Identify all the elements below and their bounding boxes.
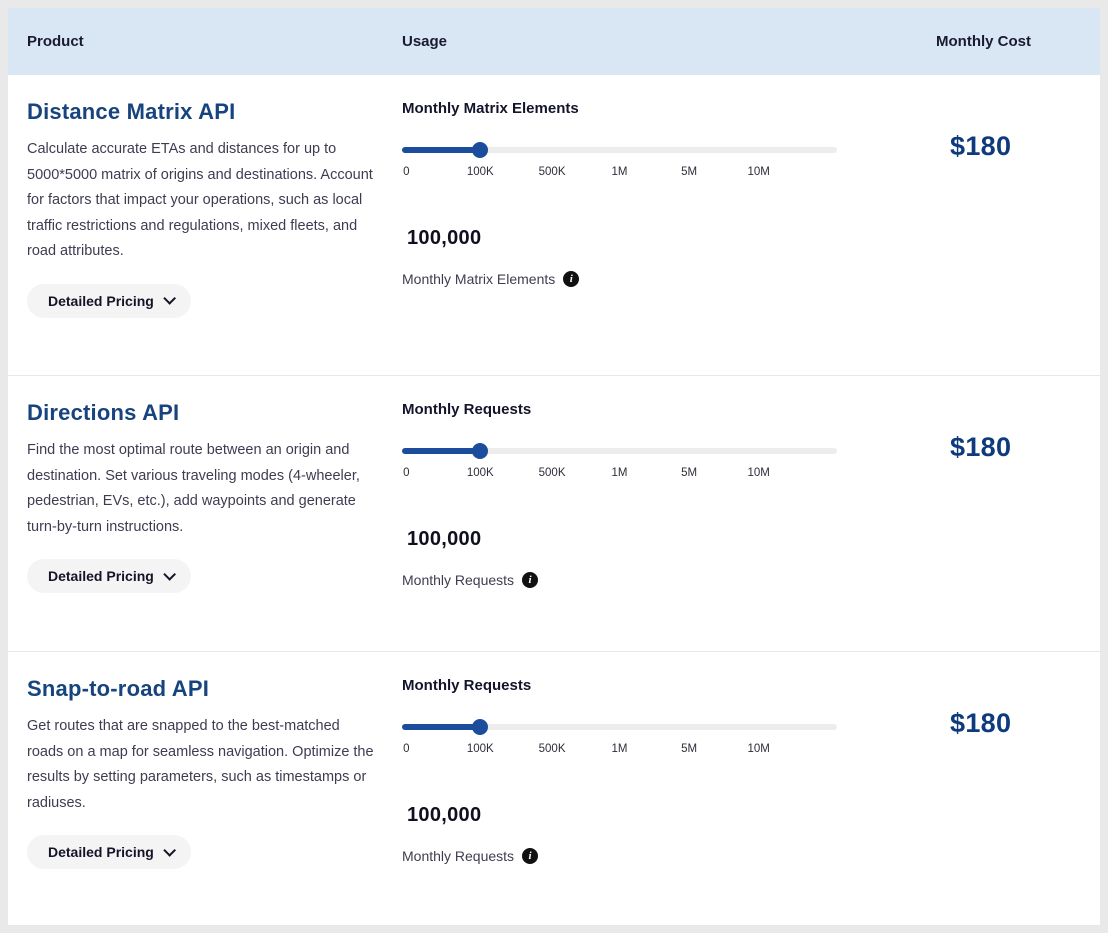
- tick-label: 500K: [539, 467, 566, 479]
- usage-sub-label: Monthly Matrix Elements: [402, 271, 555, 287]
- usage-sub-label-row: Monthly Requests i: [402, 572, 838, 588]
- detailed-pricing-label: Detailed Pricing: [48, 568, 154, 584]
- product-cell: Directions API Find the most optimal rou…: [8, 376, 402, 651]
- product-cell: Snap-to-road API Get routes that are sna…: [8, 652, 402, 925]
- info-icon[interactable]: i: [522, 572, 538, 588]
- tick-label: 1M: [612, 743, 628, 755]
- usage-sub-label-row: Monthly Matrix Elements i: [402, 271, 838, 287]
- column-header-usage: Usage: [402, 33, 838, 50]
- product-description: Calculate accurate ETAs and distances fo…: [27, 137, 379, 265]
- column-header-monthly-cost: Monthly Cost: [838, 33, 1100, 50]
- monthly-cost-value: $180: [950, 131, 1100, 162]
- pricing-table: Product Usage Monthly Cost Distance Matr…: [8, 8, 1100, 925]
- slider-track[interactable]: [402, 448, 837, 454]
- tick-label: 1M: [612, 166, 628, 178]
- tick-label: 0: [403, 467, 409, 479]
- slider-tick-labels: 0 100K 500K 1M 5M 10M: [402, 467, 837, 481]
- tick-label: 10M: [748, 467, 770, 479]
- chevron-down-icon: [163, 292, 176, 305]
- product-cell: Distance Matrix API Calculate accurate E…: [8, 75, 402, 375]
- product-title: Snap-to-road API: [27, 676, 382, 702]
- detailed-pricing-button[interactable]: Detailed Pricing: [27, 284, 191, 318]
- product-title: Distance Matrix API: [27, 99, 382, 125]
- table-row: Distance Matrix API Calculate accurate E…: [8, 75, 1100, 375]
- tick-label: 0: [403, 166, 409, 178]
- usage-label: Monthly Requests: [402, 677, 838, 694]
- usage-cell: Monthly Matrix Elements 0 100K 500K 1M 5…: [402, 75, 838, 375]
- tick-label: 100K: [467, 743, 494, 755]
- tick-label: 500K: [539, 166, 566, 178]
- slider-track[interactable]: [402, 147, 837, 153]
- usage-slider[interactable]: 0 100K 500K 1M 5M 10M: [402, 724, 837, 764]
- tick-label: 500K: [539, 743, 566, 755]
- monthly-cost-value: $180: [950, 708, 1100, 739]
- tick-label: 5M: [681, 467, 697, 479]
- slider-thumb[interactable]: [472, 443, 488, 459]
- info-icon[interactable]: i: [522, 848, 538, 864]
- tick-label: 100K: [467, 166, 494, 178]
- cost-cell: $180: [838, 376, 1100, 651]
- slider-thumb[interactable]: [472, 142, 488, 158]
- product-title: Directions API: [27, 400, 382, 426]
- product-description: Get routes that are snapped to the best-…: [27, 714, 379, 816]
- usage-sub-label: Monthly Requests: [402, 572, 514, 588]
- slider-tick-labels: 0 100K 500K 1M 5M 10M: [402, 166, 837, 180]
- tick-label: 0: [403, 743, 409, 755]
- slider-thumb[interactable]: [472, 719, 488, 735]
- slider-track[interactable]: [402, 724, 837, 730]
- table-row: Snap-to-road API Get routes that are sna…: [8, 651, 1100, 925]
- tick-label: 100K: [467, 467, 494, 479]
- cost-cell: $180: [838, 75, 1100, 375]
- detailed-pricing-button[interactable]: Detailed Pricing: [27, 559, 191, 593]
- usage-sub-label-row: Monthly Requests i: [402, 848, 838, 864]
- tick-label: 5M: [681, 743, 697, 755]
- tick-label: 10M: [748, 166, 770, 178]
- monthly-cost-value: $180: [950, 432, 1100, 463]
- chevron-down-icon: [163, 844, 176, 857]
- detailed-pricing-label: Detailed Pricing: [48, 293, 154, 309]
- slider-fill: [402, 147, 480, 153]
- slider-tick-labels: 0 100K 500K 1M 5M 10M: [402, 743, 837, 757]
- table-header: Product Usage Monthly Cost: [8, 8, 1100, 75]
- info-icon[interactable]: i: [563, 271, 579, 287]
- usage-value: 100,000: [407, 804, 838, 827]
- table-row: Directions API Find the most optimal rou…: [8, 375, 1100, 651]
- tick-label: 1M: [612, 467, 628, 479]
- usage-value: 100,000: [407, 528, 838, 551]
- tick-label: 5M: [681, 166, 697, 178]
- usage-cell: Monthly Requests 0 100K 500K 1M 5M 10M 1…: [402, 376, 838, 651]
- cost-cell: $180: [838, 652, 1100, 925]
- usage-label: Monthly Requests: [402, 401, 838, 418]
- slider-fill: [402, 724, 480, 730]
- detailed-pricing-button[interactable]: Detailed Pricing: [27, 835, 191, 869]
- usage-slider[interactable]: 0 100K 500K 1M 5M 10M: [402, 448, 837, 488]
- usage-slider[interactable]: 0 100K 500K 1M 5M 10M: [402, 147, 837, 187]
- column-header-product: Product: [8, 33, 402, 50]
- usage-cell: Monthly Requests 0 100K 500K 1M 5M 10M 1…: [402, 652, 838, 925]
- detailed-pricing-label: Detailed Pricing: [48, 844, 154, 860]
- product-description: Find the most optimal route between an o…: [27, 438, 379, 540]
- usage-label: Monthly Matrix Elements: [402, 100, 838, 117]
- tick-label: 10M: [748, 743, 770, 755]
- usage-sub-label: Monthly Requests: [402, 848, 514, 864]
- slider-fill: [402, 448, 480, 454]
- usage-value: 100,000: [407, 227, 838, 250]
- chevron-down-icon: [163, 568, 176, 581]
